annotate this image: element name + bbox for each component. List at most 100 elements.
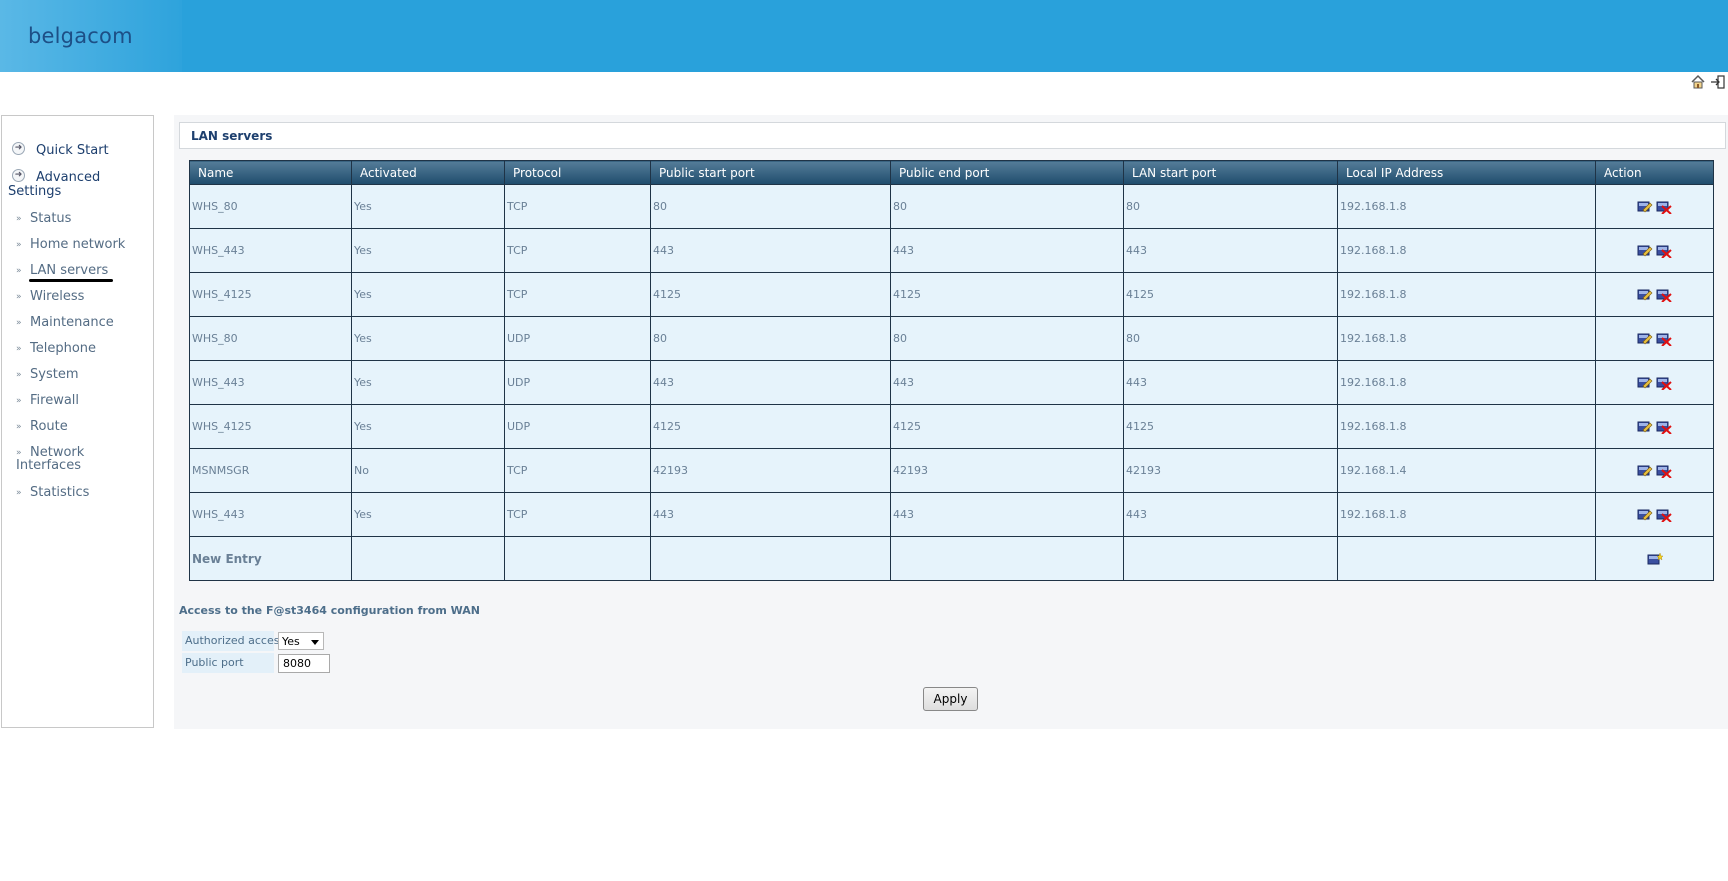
delete-icon[interactable] [1656,464,1672,479]
wan-access-title: Access to the F@st3464 configuration fro… [179,604,481,617]
dropdown-caret-icon [311,640,319,645]
lan-servers-table: Name Activated Protocol Public start por… [189,160,1714,581]
table-header-row: Name Activated Protocol Public start por… [189,160,1714,185]
table-cell-empty [1123,536,1338,581]
public-port-input[interactable]: 8080 [278,654,330,673]
table-cell-public-start: 80 [650,184,891,229]
table-cell-action [1595,184,1714,229]
table-cell-ip: 192.168.1.8 [1337,228,1596,273]
table-cell-name: WHS_443 [189,360,352,405]
column-header: Name [189,160,352,185]
delete-icon[interactable] [1656,288,1672,303]
delete-icon[interactable] [1656,244,1672,259]
nav-advanced-settings[interactable]: ➜ Advanced Settings [2,169,160,203]
table-body: WHS_80 Yes TCP 80 80 80 192.168.1.8 WHS_443 Yes T… [189,184,1714,581]
nav-settings-label: Settings [8,184,62,199]
table-cell-action [1595,404,1714,449]
table-cell-protocol: TCP [504,184,651,229]
sidebar-item-label: Status [30,211,72,226]
column-header: Public start port [650,160,891,185]
delete-icon[interactable] [1656,420,1672,435]
delete-icon[interactable] [1656,376,1672,391]
nav-advanced-label: Advanced [36,170,101,185]
table-cell-protocol: UDP [504,404,651,449]
table-cell-empty [1337,536,1596,581]
table-row: WHS_80 Yes UDP 80 80 80 192.168.1.8 [189,316,1714,361]
edit-icon[interactable] [1637,332,1653,346]
table-row: WHS_4125 Yes UDP 4125 4125 4125 192.168.1.8 [189,404,1714,449]
sidebar-item-label: System [30,367,79,382]
table-cell-activated: Yes [351,492,505,537]
edit-icon[interactable] [1637,376,1653,390]
sidebar-item-label: LAN servers [30,263,109,278]
table-cell-public-start: 443 [650,360,891,405]
table-cell-lan-start: 42193 [1123,448,1338,493]
table-cell-lan-start: 80 [1123,184,1338,229]
double-chevron-icon: » [16,396,22,406]
table-cell-protocol: UDP [504,360,651,405]
table-cell-public-start: 443 [650,492,891,537]
table-cell-public-end: 443 [890,360,1124,405]
public-port-label: Public port [182,653,274,673]
sidebar-item-label: Maintenance [30,315,114,330]
table-cell-lan-start: 443 [1123,492,1338,537]
table-cell-public-start: 80 [650,316,891,361]
table-cell-public-start: 4125 [650,404,891,449]
nav-quick-start[interactable]: ➜ Quick Start [2,142,160,160]
edit-icon[interactable] [1637,464,1653,478]
table-cell-action [1595,536,1714,581]
logo-text: belgacom [28,24,133,48]
table-cell-action [1595,272,1714,317]
table-cell-action [1595,448,1714,493]
double-chevron-icon: » [16,266,22,276]
sidebar-item-label: Interfaces [16,458,81,473]
sidebar-item-network-interfaces[interactable]: » Network Interfaces [14,445,149,475]
table-row: WHS_443 Yes TCP 443 443 443 192.168.1.8 [189,492,1714,537]
logo[interactable]: belgacom [0,0,182,72]
column-header: Protocol [504,160,651,185]
home-icon[interactable] [1690,74,1706,90]
table-cell-lan-start: 80 [1123,316,1338,361]
delete-icon[interactable] [1656,508,1672,523]
table-cell-lan-start: 4125 [1123,272,1338,317]
table-cell-action [1595,492,1714,537]
table-cell-public-end: 42193 [890,448,1124,493]
column-header: LAN start port [1123,160,1338,185]
sidebar-item-label: Route [30,419,68,434]
delete-icon[interactable] [1656,200,1672,215]
edit-icon[interactable] [1637,288,1653,302]
table-cell-lan-start: 4125 [1123,404,1338,449]
add-entry-icon[interactable] [1647,551,1663,566]
table-cell-action [1595,316,1714,361]
table-cell-name: WHS_80 [189,184,352,229]
logout-icon[interactable] [1710,74,1726,90]
authorized-access-select[interactable]: Yes [278,632,324,650]
table-cell-action [1595,360,1714,405]
table-cell-public-start: 42193 [650,448,891,493]
apply-button[interactable]: Apply [923,687,978,711]
active-item-underline [29,279,113,282]
page-title: LAN servers [191,129,273,143]
nav-quick-start-label: Quick Start [36,143,109,158]
double-chevron-icon: » [16,214,22,224]
main-content: LAN servers Name Activated Protocol Publ… [174,115,1728,729]
table-cell-activated: Yes [351,228,505,273]
new-entry-label: New Entry [189,536,352,581]
edit-icon[interactable] [1637,244,1653,258]
table-cell-public-end: 4125 [890,272,1124,317]
table-cell-ip: 192.168.1.8 [1337,360,1596,405]
table-cell-protocol: TCP [504,228,651,273]
table-cell-activated: No [351,448,505,493]
table-cell-ip: 192.168.1.8 [1337,272,1596,317]
edit-icon[interactable] [1637,420,1653,434]
table-cell-empty [351,536,505,581]
delete-icon[interactable] [1656,332,1672,347]
table-cell-name: WHS_443 [189,228,352,273]
table-cell-activated: Yes [351,360,505,405]
table-cell-public-start: 443 [650,228,891,273]
table-cell-name: WHS_4125 [189,404,352,449]
edit-icon[interactable] [1637,508,1653,522]
page-title-bar: LAN servers [179,122,1726,149]
edit-icon[interactable] [1637,200,1653,214]
sidebar: ➜ Quick Start ➜ Advanced Settings » Stat… [1,115,154,728]
